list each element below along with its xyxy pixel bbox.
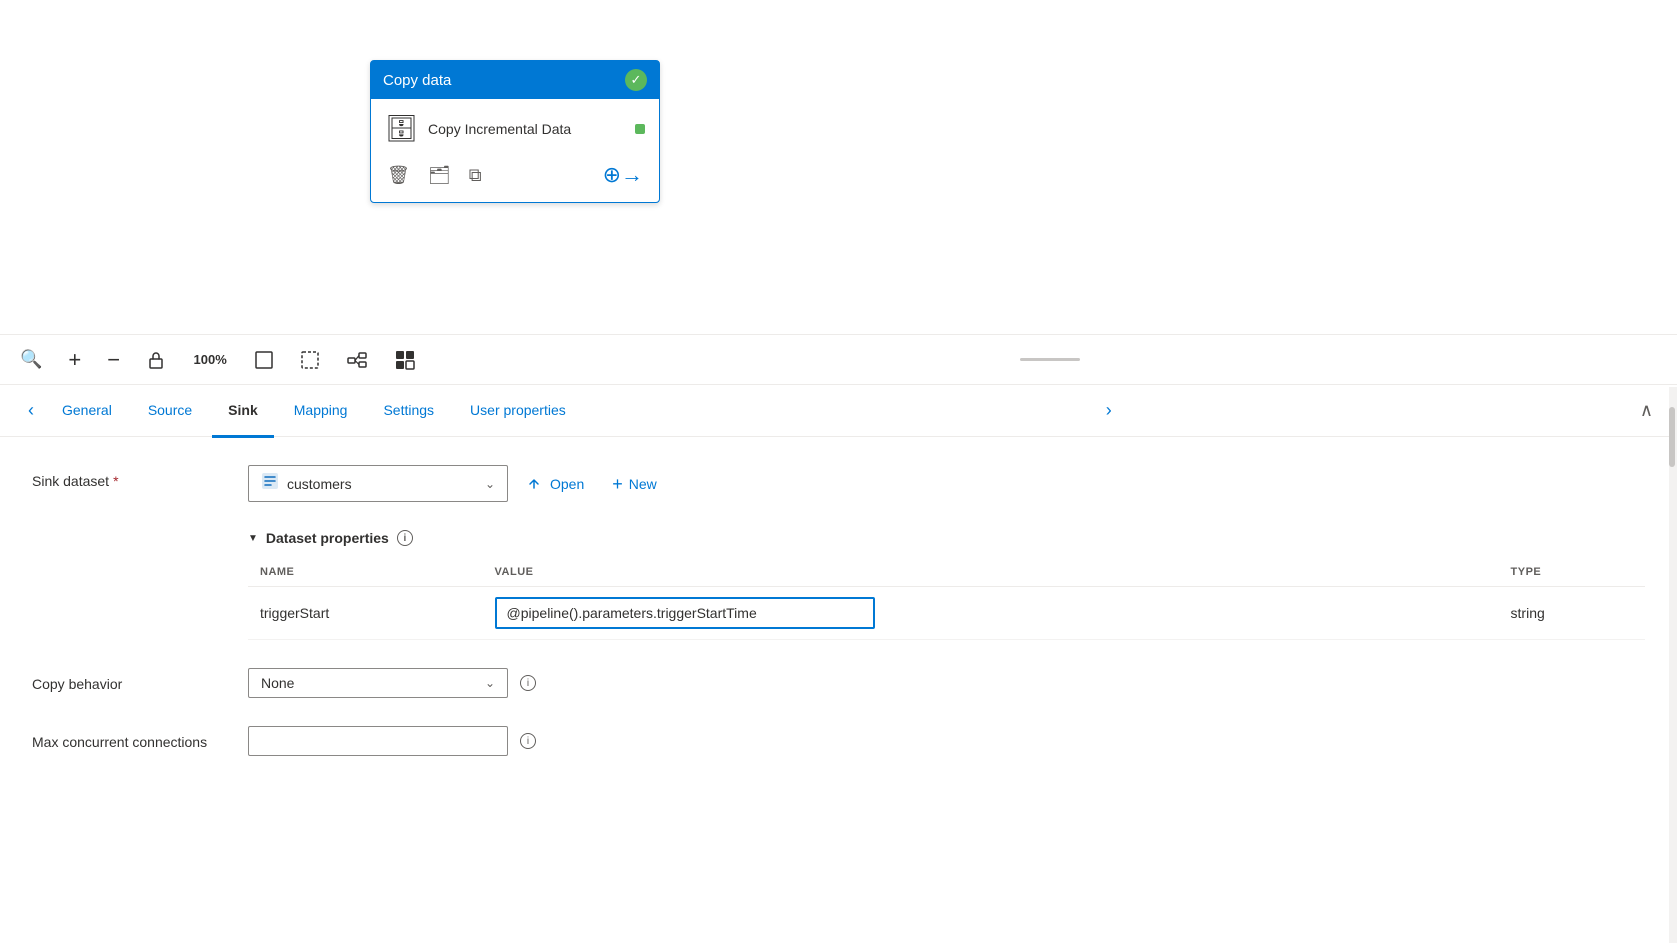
panel-divider <box>1020 358 1080 361</box>
copy-behavior-value: None <box>261 675 294 691</box>
node-connect-button[interactable]: ⊕→ <box>601 160 645 190</box>
node-header: Copy data ✓ <box>371 61 659 99</box>
copy-behavior-row: Copy behavior None ⌄ i <box>32 668 1645 698</box>
node-status-dot <box>635 124 645 134</box>
tab-prev-button[interactable]: ‹ <box>20 396 42 425</box>
copy-behavior-controls: None ⌄ i <box>248 668 1645 698</box>
add-button[interactable]: + <box>64 343 85 377</box>
marquee-select-button[interactable] <box>296 346 324 374</box>
prop-type: string <box>1499 587 1645 640</box>
node-actions: 🗑 🗂 ⧉ ⊕→ <box>371 154 659 202</box>
max-connections-row: Max concurrent connections i <box>32 726 1645 756</box>
tab-user-properties[interactable]: User properties <box>454 386 582 438</box>
max-connections-info-icon[interactable]: i <box>520 733 536 749</box>
scrollbar-thumb[interactable] <box>1669 437 1675 467</box>
node-title: Copy data <box>383 72 451 89</box>
node-label: Copy Incremental Data <box>428 121 625 137</box>
fit-view-button[interactable] <box>250 346 278 374</box>
zoom-out-button[interactable]: − <box>103 343 124 377</box>
copy-data-node[interactable]: Copy data ✓ 🗄 Copy Incremental Data 🗑 🗂 … <box>370 60 660 203</box>
dataset-props-table: NAME VALUE TYPE triggerStart string <box>248 558 1645 640</box>
scrollbar[interactable] <box>1669 437 1677 943</box>
collapse-panel-button[interactable]: ∧ <box>1636 396 1657 425</box>
max-connections-input[interactable] <box>248 726 508 756</box>
dataset-properties-section: ▼ Dataset properties i NAME VALUE TYPE t… <box>248 530 1645 640</box>
tab-sink[interactable]: Sink <box>212 386 274 438</box>
tab-general[interactable]: General <box>46 386 128 438</box>
auto-layout-button[interactable] <box>342 345 372 375</box>
copy-behavior-dropdown[interactable]: None ⌄ <box>248 668 508 698</box>
copy-behavior-chevron-icon: ⌄ <box>485 676 495 690</box>
copy-behavior-info-icon[interactable]: i <box>520 675 536 691</box>
prop-value-input[interactable] <box>495 597 875 629</box>
node-check-icon: ✓ <box>625 69 647 91</box>
required-indicator: * <box>113 473 118 489</box>
sink-dataset-controls: customers ⌄ Open + New <box>248 465 1645 502</box>
col-value: VALUE <box>483 558 1499 587</box>
max-connections-controls: i <box>248 726 1645 756</box>
lock-button[interactable] <box>142 346 170 374</box>
sink-dataset-value: customers <box>287 476 352 492</box>
sink-dataset-row: Sink dataset * customers ⌄ <box>32 465 1645 502</box>
sink-content-panel: Sink dataset * customers ⌄ <box>0 437 1677 943</box>
canvas-toolbar: 🔍 + − 100% <box>0 335 1677 385</box>
zoom-level-button[interactable]: 100% <box>188 348 232 371</box>
dataset-icon <box>261 472 279 495</box>
more-layout-button[interactable] <box>390 345 420 375</box>
node-body: 🗄 Copy Incremental Data <box>371 99 659 154</box>
sink-dataset-label: Sink dataset * <box>32 465 232 489</box>
info-icon[interactable]: i <box>397 530 413 546</box>
prop-value-cell <box>483 587 1499 640</box>
table-header-row: NAME VALUE TYPE <box>248 558 1645 587</box>
tabs-container: ‹ General Source Sink Mapping Settings U… <box>0 385 1677 437</box>
node-delete-button[interactable]: 🗑 <box>385 163 412 188</box>
section-arrow-icon: ▼ <box>248 533 258 544</box>
dropdown-chevron-icon: ⌄ <box>485 477 495 491</box>
copy-behavior-label: Copy behavior <box>32 668 232 692</box>
max-connections-label: Max concurrent connections <box>32 726 232 750</box>
dataset-props-header: ▼ Dataset properties i <box>248 530 1645 546</box>
search-button[interactable]: 🔍 <box>16 345 46 374</box>
sink-dataset-dropdown[interactable]: customers ⌄ <box>248 465 508 502</box>
dropdown-inner: customers <box>261 472 352 495</box>
tab-mapping[interactable]: Mapping <box>278 386 364 438</box>
canvas-area: Copy data ✓ 🗄 Copy Incremental Data 🗑 🗂 … <box>0 0 1677 335</box>
open-dataset-button[interactable]: Open <box>520 472 592 496</box>
tab-settings[interactable]: Settings <box>367 386 450 438</box>
tab-next-button[interactable]: › <box>1098 396 1120 425</box>
node-clone-button[interactable]: 🗂 <box>426 163 453 188</box>
new-dataset-button[interactable]: + New <box>604 471 665 497</box>
tab-source[interactable]: Source <box>132 386 208 438</box>
col-name: NAME <box>248 558 483 587</box>
col-type: TYPE <box>1499 558 1645 587</box>
copy-data-icon: 🗄 <box>385 113 418 144</box>
prop-name: triggerStart <box>248 587 483 640</box>
node-copy-button[interactable]: ⧉ <box>467 163 484 188</box>
table-row: triggerStart string <box>248 587 1645 640</box>
